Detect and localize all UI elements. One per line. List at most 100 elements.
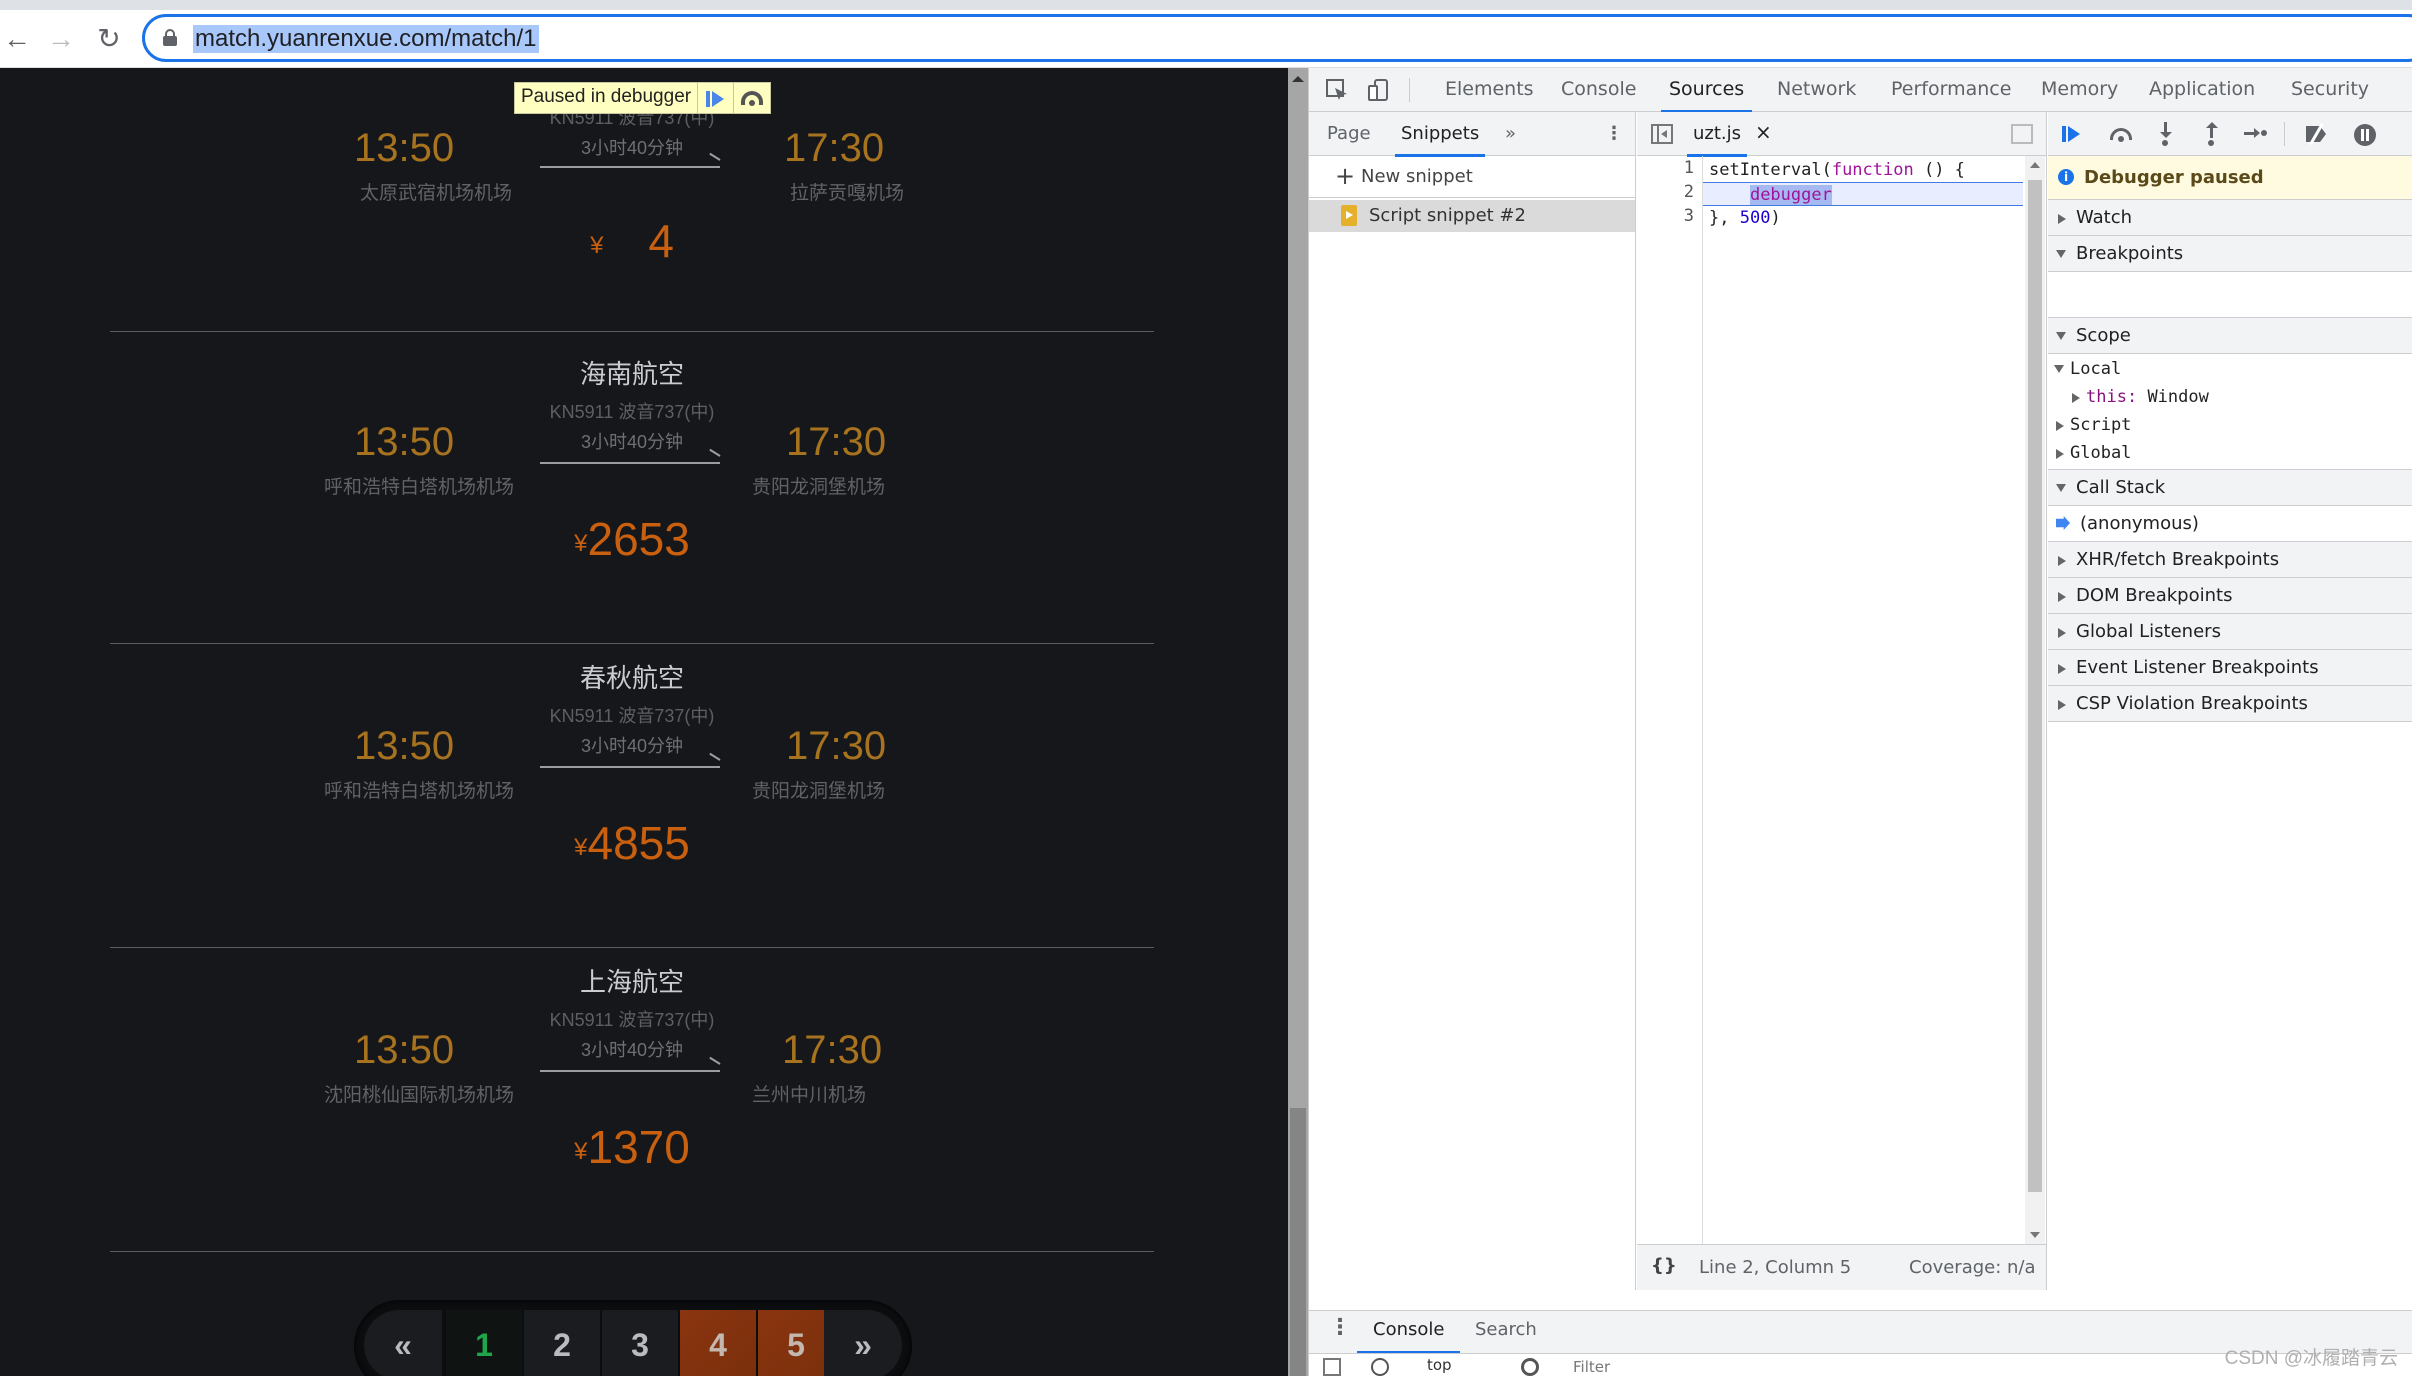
currency-symbol: ¥ — [574, 530, 587, 557]
deactivate-breakpoints-button[interactable] — [2304, 124, 2330, 144]
forward-button[interactable]: → — [44, 22, 78, 56]
filter-input[interactable]: Filter — [1573, 1358, 1610, 1376]
step-over-button[interactable] — [2108, 124, 2136, 146]
call-frame[interactable]: (anonymous) — [2048, 506, 2412, 542]
toggle-navigator-icon[interactable] — [1651, 124, 1673, 144]
sidebar-toggle-icon[interactable] — [1323, 1358, 1341, 1376]
tab-memory[interactable]: Memory — [2041, 78, 2118, 100]
tab-sources[interactable]: Sources — [1669, 78, 1744, 100]
scroll-down-icon[interactable] — [2030, 1232, 2040, 1238]
close-tab-icon[interactable]: × — [1755, 120, 1772, 144]
breakpoints-list — [2048, 272, 2412, 318]
page-next-button[interactable]: » — [824, 1310, 902, 1376]
watermark: CSDN @冰履踏青云 — [2225, 1343, 2398, 1370]
price: ¥4855 — [110, 816, 1154, 870]
line-number[interactable]: 3 — [1684, 206, 1694, 226]
file-tab-uzt[interactable]: uzt.js — [1693, 123, 1741, 144]
expand-icon — [2058, 592, 2066, 602]
route-arrow — [540, 454, 720, 464]
step-over-button[interactable] — [734, 83, 770, 113]
snippet-name: Script snippet #2 — [1369, 205, 1526, 226]
step-into-button[interactable] — [2158, 122, 2174, 146]
tab-security[interactable]: Security — [2291, 78, 2369, 100]
section-event-listener-breakpoints[interactable]: Event Listener Breakpoints — [2048, 650, 2412, 686]
new-snippet-button[interactable]: + New snippet — [1309, 156, 1635, 198]
code-number: 500 — [1740, 208, 1771, 228]
drawer-menu-icon[interactable]: ⋮ — [1329, 1315, 1351, 1340]
section-watch[interactable]: Watch — [2048, 200, 2412, 236]
section-call-stack[interactable]: Call Stack — [2048, 470, 2412, 506]
snippet-item[interactable]: Script snippet #2 — [1309, 200, 1635, 232]
code-line: setInterval(function () { — [1703, 158, 2023, 182]
expand-icon — [2058, 664, 2066, 674]
section-breakpoints[interactable]: Breakpoints — [2048, 236, 2412, 272]
page-button-3[interactable]: 3 — [602, 1310, 678, 1376]
step-button[interactable] — [2244, 126, 2268, 142]
editor-pane: uzt.js × 1 2 3 setInterval(function () {… — [1637, 112, 2047, 1290]
section-csp-violation-breakpoints[interactable]: CSP Violation Breakpoints — [2048, 686, 2412, 722]
page-button-4[interactable]: 4 — [680, 1310, 756, 1376]
scrollbar-thumb[interactable] — [1290, 1108, 1306, 1376]
tab-console[interactable]: Console — [1561, 78, 1636, 100]
collapse-icon — [2054, 365, 2064, 373]
section-xhr-breakpoints[interactable]: XHR/fetch Breakpoints — [2048, 542, 2412, 578]
scrollbar-thumb[interactable] — [2028, 180, 2042, 1192]
section-dom-breakpoints[interactable]: DOM Breakpoints — [2048, 578, 2412, 614]
line-number[interactable]: 1 — [1684, 158, 1694, 178]
back-button[interactable]: ← — [0, 22, 34, 56]
step-out-button[interactable] — [2204, 122, 2220, 146]
tab-network[interactable]: Network — [1777, 78, 1856, 100]
toggle-debugger-icon[interactable] — [2011, 124, 2033, 144]
inspect-element-icon[interactable] — [1325, 78, 1349, 102]
section-global-listeners[interactable]: Global Listeners — [2048, 614, 2412, 650]
device-toolbar-icon[interactable] — [1367, 78, 1391, 102]
debugger-paused-banner: i Debugger paused — [2048, 156, 2412, 200]
scroll-up-icon[interactable] — [2030, 162, 2040, 168]
section-scope[interactable]: Scope — [2048, 318, 2412, 354]
code-token: () { — [1914, 160, 1965, 180]
page-scrollbar[interactable] — [1288, 68, 1308, 1376]
line-number-gutter[interactable]: 1 2 3 — [1637, 156, 1703, 1244]
page-button-5[interactable]: 5 — [758, 1310, 834, 1376]
resume-button[interactable] — [698, 83, 734, 113]
tab-snippets[interactable]: Snippets — [1401, 123, 1479, 144]
route-arrow — [540, 158, 720, 168]
clear-console-icon[interactable] — [1371, 1358, 1389, 1376]
address-bar[interactable]: match.yuanrenxue.com/match/1 — [142, 14, 2412, 62]
page-button-1[interactable]: 1 — [446, 1310, 522, 1376]
resume-button[interactable] — [2062, 124, 2088, 146]
code-token: }, — [1709, 208, 1740, 228]
drawer-tab-console[interactable]: Console — [1373, 1319, 1444, 1340]
page-button-2[interactable]: 2 — [524, 1310, 600, 1376]
reload-button[interactable]: ↻ — [92, 22, 126, 56]
scope-this[interactable]: this: Window — [2048, 384, 2412, 412]
drawer-tab-search[interactable]: Search — [1475, 1319, 1537, 1340]
section-title: Breakpoints — [2076, 243, 2183, 264]
section-title: Global Listeners — [2076, 621, 2221, 642]
page-prev-button[interactable]: « — [364, 1310, 442, 1376]
scope-label: Global — [2070, 443, 2131, 463]
tab-performance[interactable]: Performance — [1891, 78, 2011, 100]
context-selector[interactable]: top — [1427, 1356, 1452, 1374]
pause-on-exceptions-button[interactable] — [2354, 124, 2376, 146]
scope-global[interactable]: Global — [2048, 440, 2412, 470]
expand-icon — [2056, 449, 2064, 459]
departure-airport: 沈阳桃仙国际机场机场 — [324, 1080, 514, 1107]
tab-application[interactable]: Application — [2149, 78, 2255, 100]
scope-local[interactable]: Local — [2048, 356, 2412, 384]
editor-scrollbar[interactable] — [2025, 156, 2045, 1244]
line-number[interactable]: 2 — [1684, 182, 1694, 202]
execution-line: debugger — [1703, 182, 2023, 206]
pretty-print-button[interactable]: {} — [1651, 1255, 1677, 1276]
kebab-menu-icon[interactable]: ⋮ — [1605, 123, 1623, 144]
tab-elements[interactable]: Elements — [1445, 78, 1534, 100]
expand-icon — [2058, 700, 2066, 710]
live-expression-icon[interactable] — [1521, 1358, 1539, 1376]
scope-script[interactable]: Script — [2048, 412, 2412, 440]
code-editor[interactable]: setInterval(function () { debugger }, 50… — [1703, 156, 2023, 1244]
scroll-up-icon[interactable] — [1292, 76, 1304, 82]
url-text[interactable]: match.yuanrenxue.com/match/1 — [193, 25, 539, 53]
reload-icon: ↻ — [97, 23, 120, 54]
tab-page[interactable]: Page — [1327, 123, 1371, 144]
more-tabs-button[interactable]: » — [1505, 123, 1516, 144]
